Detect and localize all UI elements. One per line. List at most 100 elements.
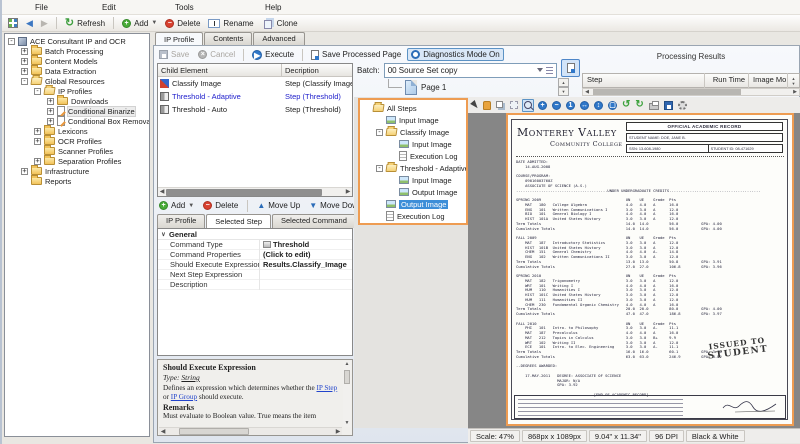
rotate-right-button[interactable]: ↻ bbox=[634, 99, 644, 112]
property-value[interactable]: Results.Classify_Image bbox=[259, 260, 352, 270]
property-value[interactable] bbox=[259, 270, 352, 280]
page-item-label[interactable]: Page 1 bbox=[421, 83, 446, 92]
tree-item-ip-profiles[interactable]: -IP Profiles bbox=[5, 86, 149, 96]
child-table-hscrollbar[interactable]: ◀ ▶ bbox=[158, 187, 352, 196]
column-step[interactable]: Step bbox=[583, 73, 705, 88]
expander-icon[interactable]: + bbox=[21, 58, 28, 65]
scroll-up-icon[interactable]: ▲ bbox=[345, 361, 350, 368]
table-row[interactable]: Classify ImageStep (Classify Image) bbox=[158, 77, 352, 90]
clone-button[interactable]: Clone bbox=[260, 17, 300, 30]
property-group-general[interactable]: ∨ General bbox=[158, 229, 352, 240]
scroll-up-icon[interactable]: ▲ bbox=[558, 78, 569, 87]
tree-item-scanner-profiles[interactable]: Scanner Profiles bbox=[5, 146, 149, 156]
expander-icon[interactable]: + bbox=[47, 98, 54, 105]
scroll-down-icon[interactable]: ▼ bbox=[345, 420, 350, 427]
tree-item-output-image[interactable]: Output Image bbox=[360, 198, 466, 210]
tree-item-all-steps[interactable]: All Steps bbox=[360, 102, 466, 114]
results-hscrollbar[interactable]: ◀ ▶ bbox=[582, 88, 800, 96]
add-button[interactable]: +Add▼ bbox=[157, 200, 196, 211]
tree-item-input-image[interactable]: Input Image bbox=[360, 174, 466, 186]
settings-button[interactable] bbox=[677, 99, 688, 112]
cancel-button[interactable]: ×Cancel bbox=[195, 49, 238, 60]
table-row[interactable]: Threshold - AdaptiveStep (Threshold) bbox=[158, 90, 352, 103]
tree-item-separation-profiles[interactable]: +Separation Profiles bbox=[5, 156, 149, 166]
save-image-button[interactable] bbox=[663, 99, 674, 112]
ip-group-link[interactable]: IP Group bbox=[171, 393, 197, 401]
rotate-left-button[interactable]: ↺ bbox=[621, 99, 631, 112]
scroll-right-icon[interactable]: ▶ bbox=[334, 428, 342, 436]
tree-item-conditional-box-removal[interactable]: +Conditional Box Removal bbox=[5, 116, 149, 126]
expander-icon[interactable]: + bbox=[34, 138, 41, 145]
fit-width-button[interactable]: ↔ bbox=[579, 99, 590, 112]
save-processed-page-button[interactable]: Save Processed Page bbox=[308, 49, 404, 61]
pointer-button[interactable] bbox=[471, 99, 479, 112]
print-button[interactable] bbox=[648, 99, 660, 112]
ip-step-link[interactable]: IP Step bbox=[316, 384, 337, 392]
expander-icon[interactable]: + bbox=[21, 168, 28, 175]
menu-help[interactable]: Help bbox=[265, 3, 281, 12]
nav-back-button[interactable]: ◀ bbox=[24, 17, 35, 30]
menu-file[interactable]: File bbox=[35, 3, 48, 12]
property-row-command-type[interactable]: Command TypeThreshold bbox=[158, 240, 352, 250]
copy-region-button[interactable] bbox=[495, 99, 506, 112]
tree-item-batch-processing[interactable]: +Batch Processing bbox=[5, 46, 149, 56]
scrollbar-thumb[interactable] bbox=[179, 428, 249, 435]
tree-item-global-resources[interactable]: -Global Resources bbox=[5, 76, 149, 86]
batch-selector[interactable]: 00 Source Set copy bbox=[384, 63, 557, 78]
expander-icon[interactable]: + bbox=[34, 128, 41, 135]
tree-item-infrastructure[interactable]: +Infrastructure bbox=[5, 166, 149, 176]
tree-item-conditional-binarize[interactable]: +Conditional Binarize bbox=[5, 106, 149, 116]
tree-item-threshold-adaptive[interactable]: -Threshold - Adaptive bbox=[360, 162, 466, 174]
scroll-right-icon[interactable]: ▶ bbox=[791, 89, 799, 95]
tree-item-execution-log[interactable]: Execution Log bbox=[360, 210, 466, 222]
image-viewer-canvas[interactable]: OFFICIAL ACADEMIC RECORD STUDENT NAME: D… bbox=[468, 113, 800, 428]
nav-forward-button[interactable]: ▶ bbox=[39, 17, 50, 30]
expander-icon[interactable]: + bbox=[21, 68, 28, 75]
scroll-down-icon[interactable]: ▼ bbox=[558, 87, 569, 96]
property-row-command-properties[interactable]: Command Properties(Click to edit) bbox=[158, 250, 352, 260]
tree-item-input-image[interactable]: Input Image bbox=[360, 138, 466, 150]
actual-size-button[interactable]: 1 bbox=[565, 99, 576, 112]
refresh-button[interactable]: ↻Refresh bbox=[63, 17, 107, 29]
zoom-in-button[interactable]: + bbox=[537, 99, 548, 112]
menu-edit[interactable]: Edit bbox=[102, 3, 116, 12]
expander-icon[interactable]: + bbox=[34, 158, 41, 165]
tree-item-execution-log[interactable]: Execution Log bbox=[360, 150, 466, 162]
tab-contents[interactable]: Contents bbox=[204, 32, 252, 45]
menu-tools[interactable]: Tools bbox=[175, 3, 194, 12]
tree-item-reports[interactable]: Reports bbox=[5, 176, 149, 186]
results-spinner[interactable]: ▲▼ bbox=[787, 73, 799, 88]
help-vscrollbar[interactable]: ▲ ▼ bbox=[343, 361, 351, 427]
zoom-region-button[interactable] bbox=[522, 99, 534, 112]
add-button[interactable]: +Add▼ bbox=[120, 18, 159, 29]
property-row-description[interactable]: Description bbox=[158, 280, 352, 290]
tab-ip-profile[interactable]: IP Profile bbox=[155, 32, 203, 45]
tree-item-classify-image[interactable]: -Classify Image bbox=[360, 126, 466, 138]
scrollbar-thumb[interactable] bbox=[166, 189, 322, 196]
tree-item-ace-consultant-ip-and-ocr[interactable]: -ACE Consultant IP and OCR bbox=[5, 36, 149, 46]
show-processed-page-toggle[interactable] bbox=[561, 59, 580, 77]
expander-icon[interactable]: - bbox=[34, 88, 41, 95]
column-child-element[interactable]: Child Element bbox=[158, 64, 282, 77]
move-up-button[interactable]: ▲Move Up bbox=[255, 200, 302, 211]
fit-height-button[interactable]: ↕ bbox=[593, 99, 604, 112]
save-button[interactable]: Save bbox=[156, 49, 192, 60]
tree-item-input-image[interactable]: Input Image bbox=[360, 114, 466, 126]
help-hscrollbar[interactable]: ◀ ▶ bbox=[159, 427, 342, 435]
zoom-out-button[interactable]: − bbox=[551, 99, 562, 112]
fit-page-button[interactable]: ▢ bbox=[607, 99, 618, 112]
property-row-next-step-expression[interactable]: Next Step Expression bbox=[158, 270, 352, 280]
document-preview[interactable]: OFFICIAL ACADEMIC RECORD STUDENT NAME: D… bbox=[506, 113, 794, 426]
scroll-left-icon[interactable]: ◀ bbox=[159, 428, 167, 436]
tree-toggle-icon[interactable] bbox=[546, 67, 553, 74]
execute-button[interactable]: ▶Execute bbox=[249, 49, 297, 61]
table-row[interactable]: Threshold - AutoStep (Threshold) bbox=[158, 103, 352, 116]
tree-item-ocr-profiles[interactable]: +OCR Profiles bbox=[5, 136, 149, 146]
tree-item-downloads[interactable]: +Downloads bbox=[5, 96, 149, 106]
expander-icon[interactable]: - bbox=[376, 165, 383, 172]
property-value[interactable]: (Click to edit) bbox=[259, 250, 352, 260]
scrollbar-thumb[interactable] bbox=[344, 370, 350, 384]
expander-icon[interactable]: - bbox=[376, 129, 383, 136]
collapse-chevron-icon[interactable]: ∨ bbox=[158, 231, 169, 238]
delete-button[interactable]: −Delete bbox=[201, 200, 240, 211]
